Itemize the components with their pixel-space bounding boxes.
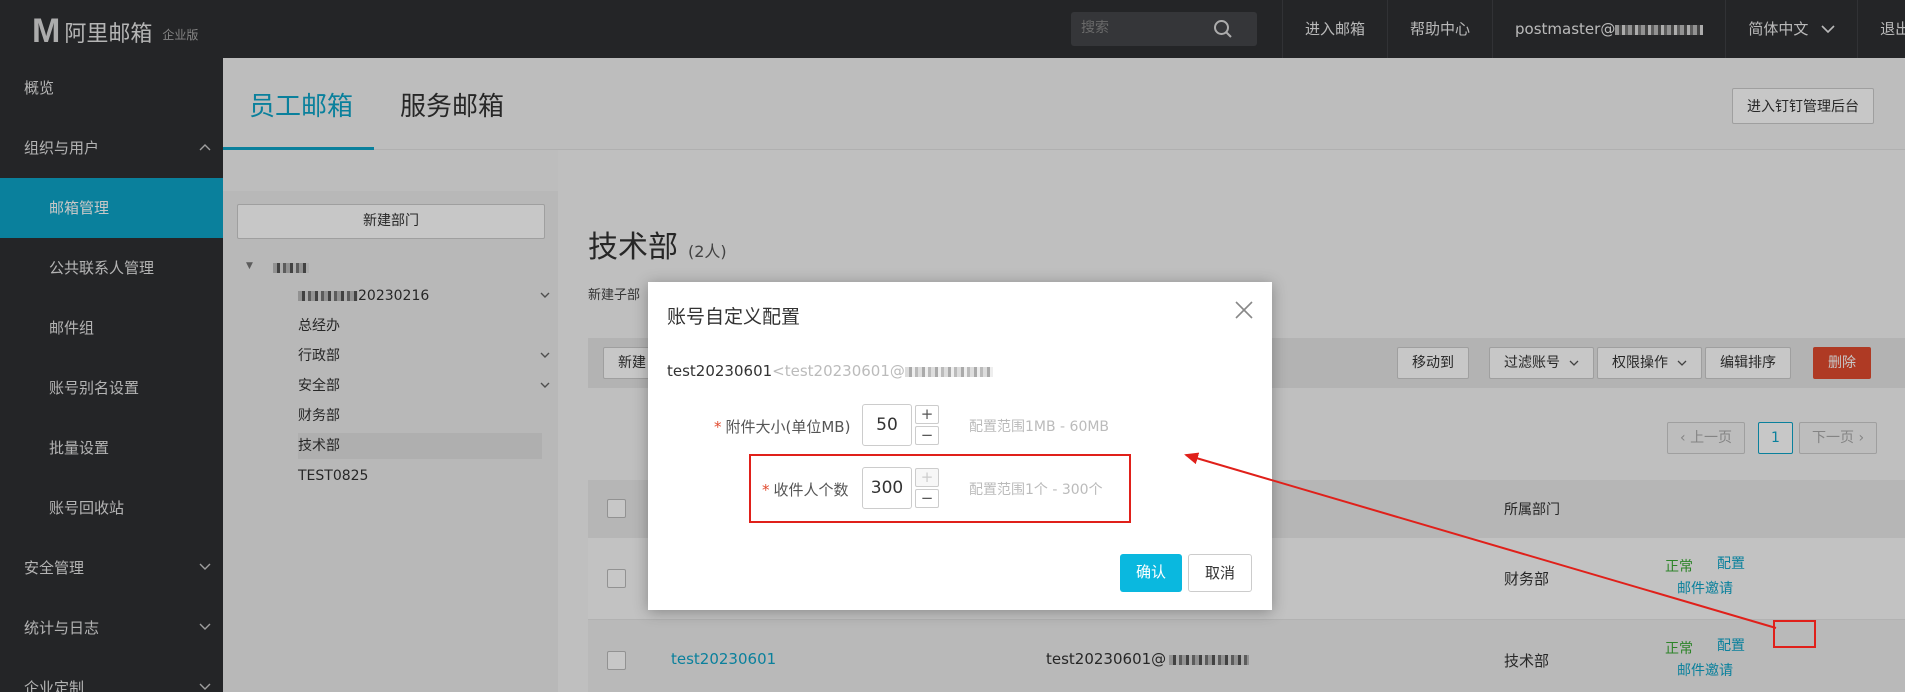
redacted-domain (904, 366, 993, 377)
cancel-button[interactable]: 取消 (1188, 554, 1252, 592)
attachment-size-hint: 配置范围1MB - 60MB (969, 419, 1110, 435)
highlight-box (1773, 620, 1816, 648)
attachment-size-label-text: 附件大小(单位MB) (725, 418, 851, 436)
attachment-size-row: *附件大小(单位MB) + − 配置范围1MB - 60MB (648, 404, 1272, 450)
attachment-size-decrement[interactable]: − (915, 426, 939, 445)
attachment-size-label: * 附件大小(单位MB) (714, 416, 850, 437)
highlight-box (749, 454, 1131, 523)
attachment-size-input[interactable] (862, 404, 912, 446)
account-config-dialog: 账号自定义配置 test20230601<test20230601@ * 附件大小… (648, 282, 1272, 610)
dialog-title: 账号自定义配置 (667, 306, 801, 328)
confirm-button[interactable]: 确认 (1120, 554, 1182, 592)
dialog-account: test20230601<test20230601@ (667, 362, 993, 380)
attachment-size-increment[interactable]: + (915, 405, 939, 424)
dialog-account-name: test20230601 (667, 362, 773, 380)
close-icon[interactable] (1234, 300, 1254, 320)
required-mark: * (714, 418, 722, 436)
dialog-account-email: <test20230601@ (772, 362, 905, 380)
